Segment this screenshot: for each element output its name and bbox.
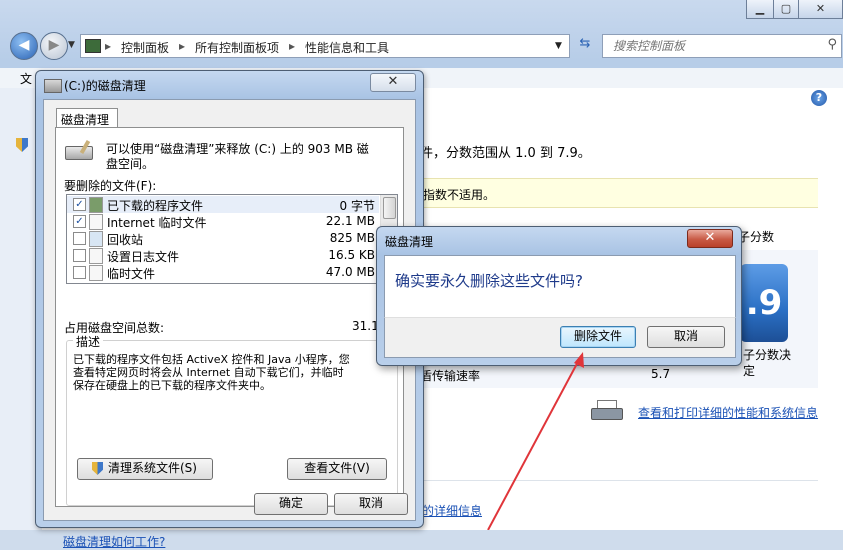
file-checkbox[interactable]: [73, 266, 86, 279]
file-name: 回收站: [107, 233, 144, 247]
minimize-button[interactable]: ▁: [746, 0, 774, 19]
breadcrumb-separator: ▸: [289, 39, 296, 53]
scroll-thumb[interactable]: [383, 197, 396, 219]
print-details-link[interactable]: 查看和打印详细的性能和系统信息: [638, 404, 818, 421]
help-icon[interactable]: ?: [811, 90, 827, 106]
breadcrumb-item[interactable]: 控制面板: [121, 39, 169, 56]
search-icon[interactable]: ⚲: [827, 37, 837, 52]
close-icon[interactable]: ✕: [687, 229, 733, 248]
refresh-icon[interactable]: ⇆: [574, 36, 596, 56]
file-checkbox[interactable]: [73, 232, 86, 245]
files-to-delete-label: 要删除的文件(F):: [64, 179, 157, 193]
message-area: 确实要永久删除这些文件吗?: [384, 255, 736, 318]
delete-files-button[interactable]: 删除文件: [560, 326, 636, 348]
file-name: 设置日志文件: [107, 250, 180, 264]
button-label: 清理系统文件(S): [108, 461, 197, 475]
list-item[interactable]: 回收站 825 MB: [67, 230, 379, 247]
file-checkbox[interactable]: ✓: [73, 198, 86, 211]
file-size: 16.5 KB: [328, 248, 375, 262]
confirm-dialog-title: 磁盘清理: [385, 235, 434, 249]
base-score-value: .9: [745, 283, 783, 323]
search-box[interactable]: ⚲: [602, 34, 842, 58]
breadcrumb-separator: ▸: [105, 39, 112, 53]
description-text: 保存在硬盘上的已下载的程序文件夹中。: [73, 379, 271, 392]
confirm-cancel-button[interactable]: 取消: [647, 326, 725, 348]
breadcrumb-item[interactable]: 性能信息和工具: [305, 39, 389, 56]
address-dropdown-icon[interactable]: ▼: [555, 41, 562, 51]
details-link[interactable]: 的详细信息: [422, 502, 482, 519]
subscore-caption: 定: [743, 364, 756, 378]
view-files-button[interactable]: 查看文件(V): [287, 458, 387, 480]
description-label: 描述: [73, 333, 104, 350]
confirm-delete-dialog: 磁盘清理 ✕ 确实要永久删除这些文件吗? 删除文件 取消: [376, 226, 742, 366]
file-icon: [89, 248, 103, 264]
metric-value: 5.7: [651, 367, 671, 381]
file-size: 47.0 MB: [325, 265, 375, 279]
metric-label: 盾传输速率: [420, 369, 481, 383]
intro-text: 盘空间。: [106, 157, 155, 171]
uac-shield-icon: [92, 462, 103, 475]
title-area: [415, 107, 839, 139]
file-name: 已下载的程序文件: [107, 199, 204, 213]
list-item[interactable]: 临时文件 47.0 MB: [67, 264, 379, 281]
forward-button[interactable]: ▶: [40, 32, 68, 60]
file-name: Internet 临时文件: [107, 216, 207, 230]
subscore-caption: 子分数决: [743, 348, 792, 362]
tab-label: 磁盘清理: [61, 113, 110, 127]
confirm-message: 确实要永久删除这些文件吗?: [395, 272, 583, 290]
menu-item-file[interactable]: 文: [20, 70, 32, 87]
recent-pages-dropdown[interactable]: ▼: [68, 40, 75, 50]
notice-bar: 指数不适用。: [415, 178, 818, 208]
list-item[interactable]: 设置日志文件 16.5 KB: [67, 247, 379, 264]
shield-icon: [16, 138, 28, 152]
divider: [415, 480, 818, 481]
control-panel-icon: [85, 39, 101, 53]
ok-button[interactable]: 确定: [254, 493, 328, 515]
cleanup-broom-icon: [65, 139, 97, 162]
dialog-title: (C:)的磁盘清理: [64, 79, 146, 93]
file-size: 22.1 MB: [325, 214, 375, 228]
file-list[interactable]: ✓ 已下载的程序文件 0 字节 ✓ Internet 临时文件 22.1 MB …: [66, 194, 398, 284]
internet-files-icon: [89, 214, 103, 230]
search-input[interactable]: [611, 38, 815, 54]
file-size: 825 MB: [329, 231, 375, 245]
file-checkbox[interactable]: [73, 249, 86, 262]
score-range-text: 件，分数范围从 1.0 到 7.9。: [420, 146, 591, 161]
window-close-button[interactable]: ✕: [798, 0, 843, 19]
notice-text: 指数不适用。: [423, 188, 496, 202]
disk-cleanup-icon: [44, 79, 62, 93]
close-icon[interactable]: ✕: [370, 73, 416, 92]
file-checkbox[interactable]: ✓: [73, 215, 86, 228]
recycle-bin-icon: [89, 231, 103, 247]
cancel-button[interactable]: 取消: [334, 493, 408, 515]
back-button[interactable]: ◀: [10, 32, 38, 60]
tab-panel: 可以使用“磁盘清理”来释放 (C:) 上的 903 MB 磁 盘空间。 要删除的…: [55, 127, 404, 507]
list-item[interactable]: ✓ 已下载的程序文件 0 字节: [67, 196, 379, 213]
description-group: 描述 已下载的程序文件包括 ActiveX 控件和 Java 小程序，您 查看特…: [66, 333, 398, 506]
maximize-button[interactable]: ▢: [773, 0, 799, 19]
downloaded-programs-icon: [89, 197, 103, 213]
breadcrumb-separator: ▸: [179, 39, 186, 53]
button-bar: 删除文件 取消: [384, 317, 736, 358]
file-name: 临时文件: [107, 267, 156, 281]
disk-cleanup-dialog: (C:)的磁盘清理 ✕ 磁盘清理 可以使用“磁盘清理”来释放 (C:) 上的 9…: [35, 70, 424, 549]
list-item[interactable]: ✓ Internet 临时文件 22.1 MB: [67, 213, 379, 230]
clean-system-files-button[interactable]: 清理系统文件(S): [77, 458, 213, 480]
column-header-subscore: 子分数: [738, 230, 775, 244]
file-size: 0 字节: [339, 199, 375, 213]
breadcrumb-item[interactable]: 所有控制面板项: [195, 39, 279, 56]
file-icon: [89, 265, 103, 281]
how-disk-cleanup-works-link[interactable]: 磁盘清理如何工作?: [63, 533, 165, 550]
tab-disk-cleanup[interactable]: 磁盘清理: [56, 108, 118, 129]
address-bar[interactable]: ▸ 控制面板 ▸ 所有控制面板项 ▸ 性能信息和工具 ▼: [80, 34, 570, 58]
printer-icon: [591, 400, 623, 422]
base-score-tile: .9: [740, 264, 788, 342]
